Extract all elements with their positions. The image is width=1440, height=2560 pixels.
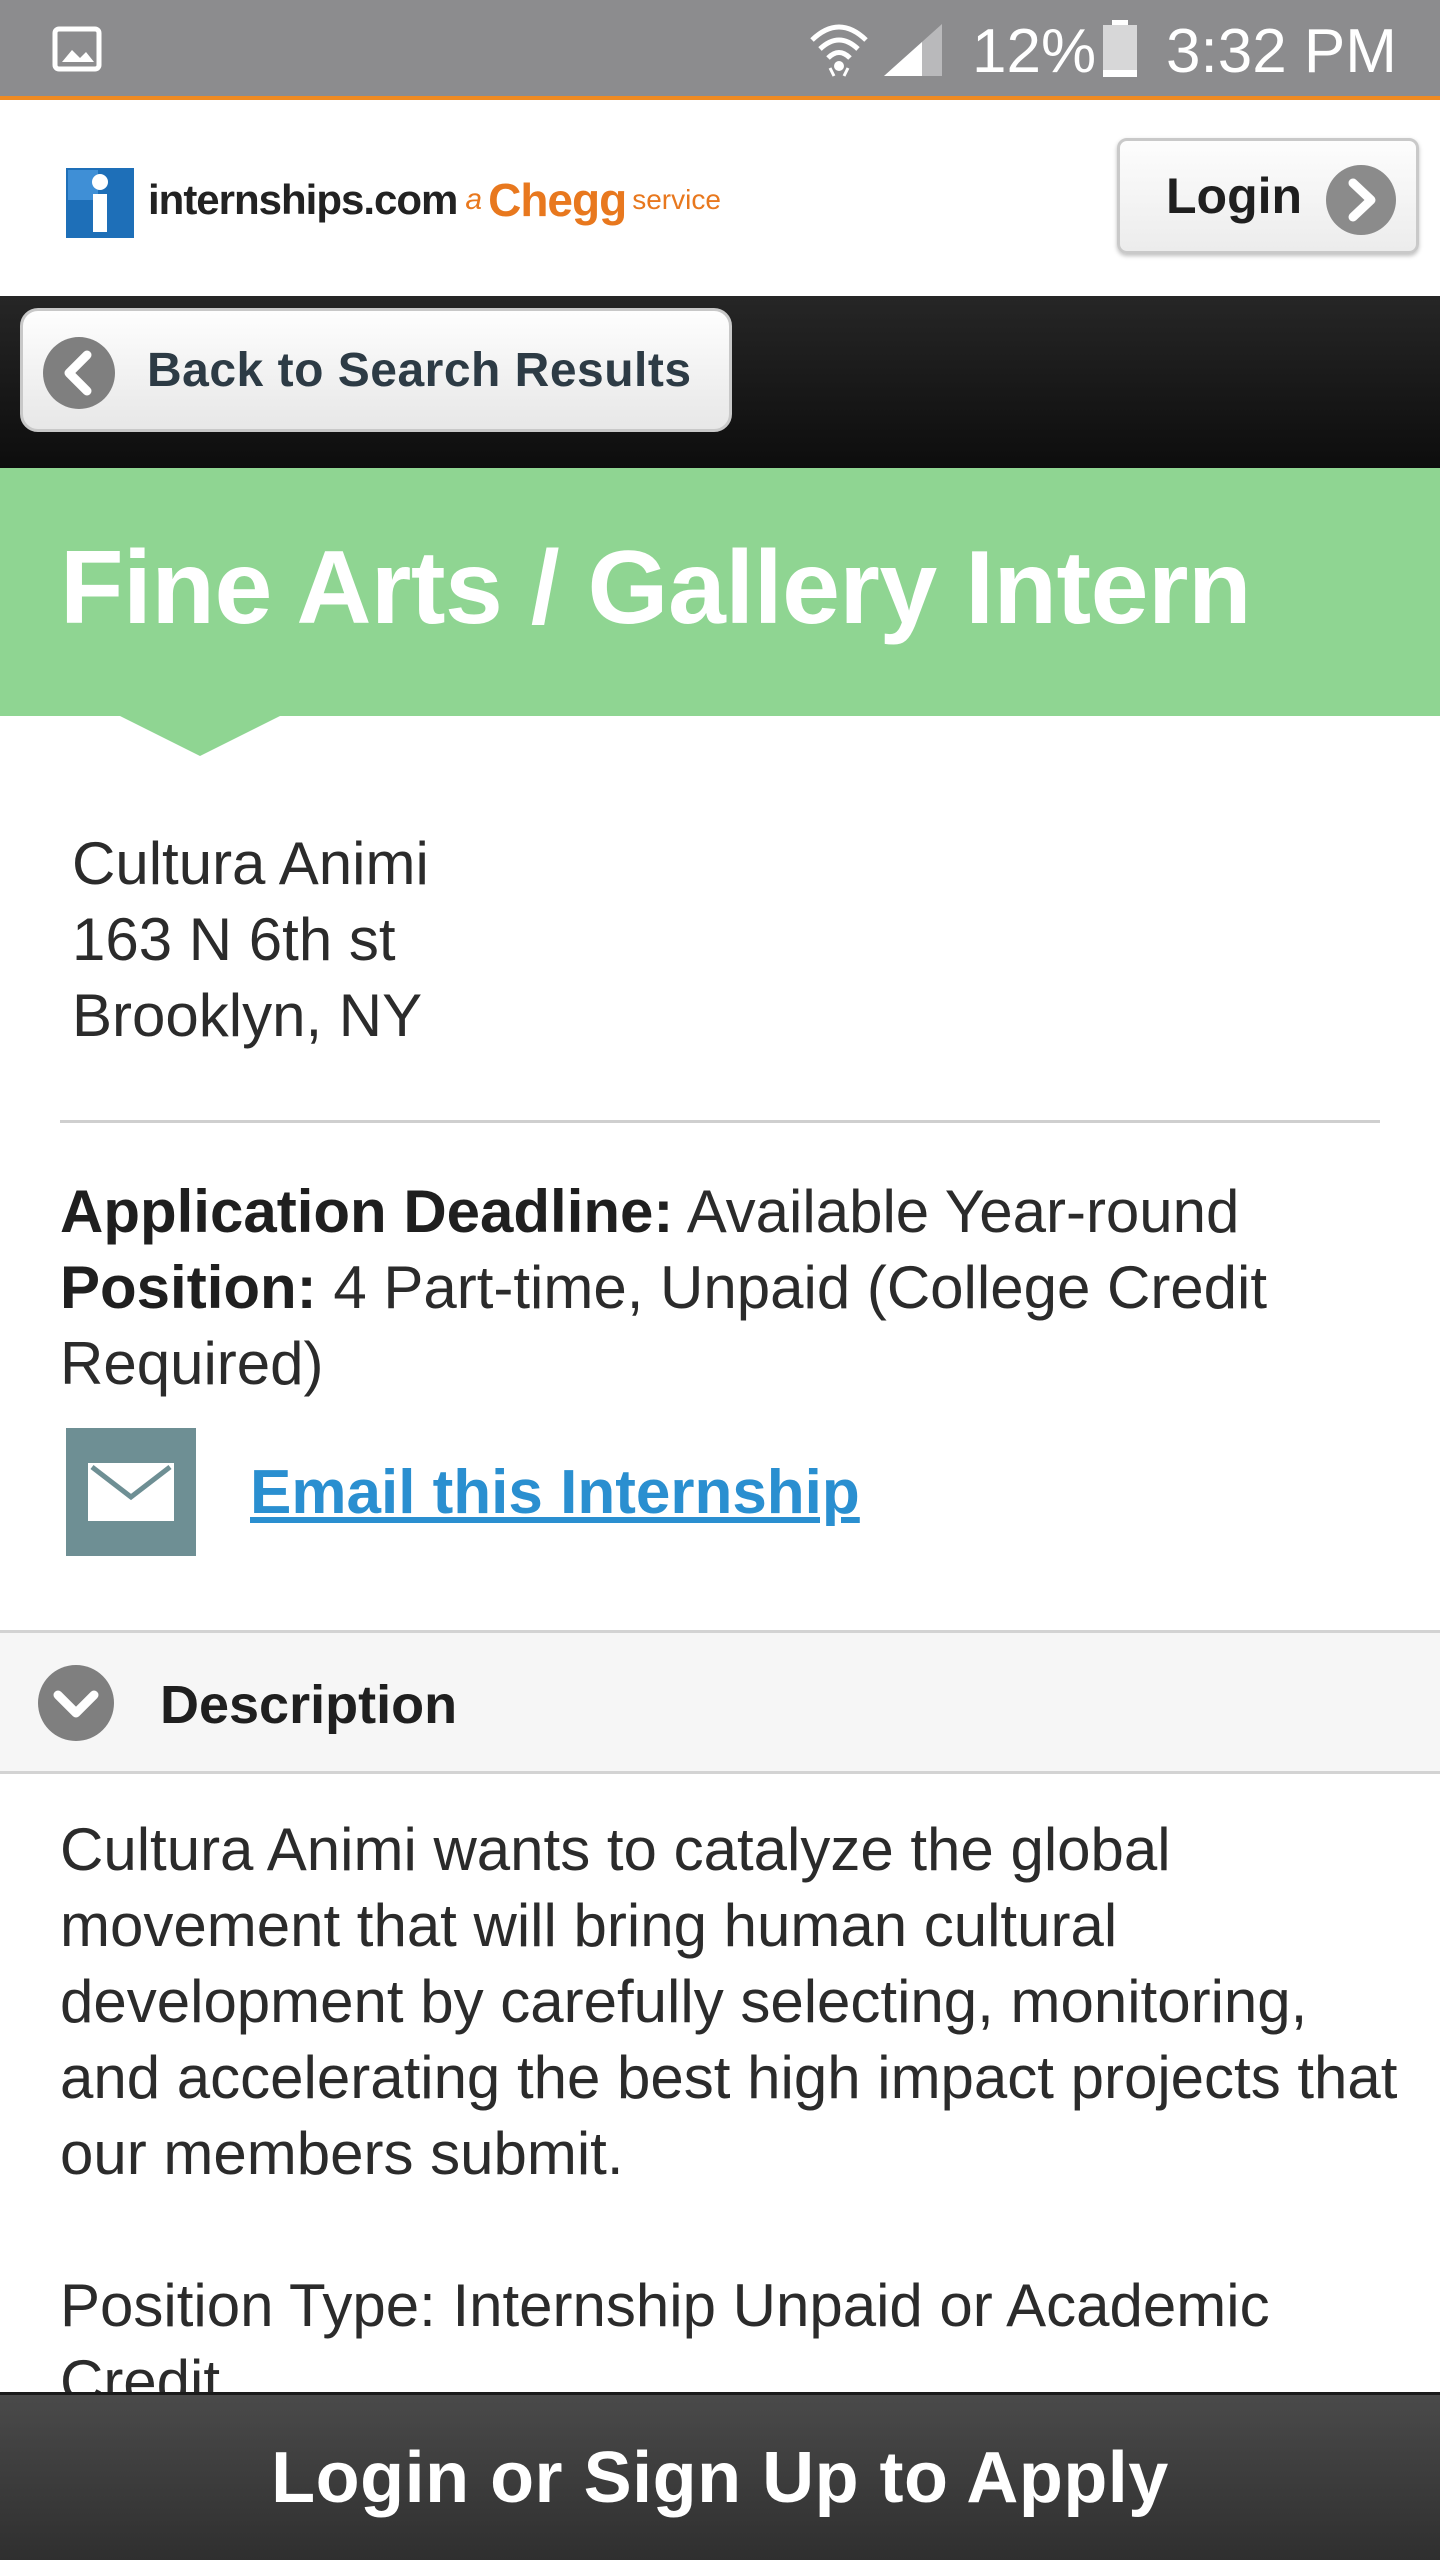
- title-banner: Fine Arts / Gallery Intern: [0, 468, 1440, 756]
- description-accordion-header[interactable]: Description: [0, 1630, 1440, 1774]
- company-address: Cultura Animi 163 N 6th st Brooklyn, NY: [72, 826, 429, 1054]
- logo-tagline-a: a: [465, 183, 483, 216]
- wifi-icon: [810, 24, 868, 77]
- internships-logo-icon: [66, 168, 134, 238]
- signal-icon: [884, 24, 942, 76]
- listing-details: Application Deadline: Available Year-rou…: [60, 1174, 1400, 1402]
- chevron-down-icon: [38, 1665, 114, 1741]
- position-row: Position: 4 Part-time, Unpaid (College C…: [60, 1250, 1400, 1402]
- clock: 3:32 PM: [1166, 17, 1397, 86]
- image-icon: [52, 26, 102, 72]
- logo-chegg: Chegg: [488, 174, 627, 226]
- login-button-label: Login: [1166, 168, 1303, 224]
- envelope-glyph: [88, 1463, 174, 1521]
- battery-percent: 12%: [972, 17, 1097, 86]
- email-internship-row: Email this Internship: [66, 1428, 860, 1556]
- description-paragraph: Cultura Animi wants to catalyze the glob…: [60, 1816, 1398, 2187]
- company-name: Cultura Animi: [72, 830, 429, 897]
- battery-icon: [1103, 20, 1137, 77]
- apply-button-label: Login or Sign Up to Apply: [271, 2437, 1169, 2518]
- position-label: Position:: [60, 1254, 317, 1321]
- divider: [60, 1120, 1380, 1123]
- nav-bar: Back to Search Results: [0, 296, 1440, 468]
- chevron-left-icon: [43, 337, 115, 409]
- back-to-results-button[interactable]: Back to Search Results: [20, 308, 732, 432]
- status-bar: 12% 3:32 PM: [0, 0, 1440, 100]
- street-address: 163 N 6th st: [72, 906, 396, 973]
- login-button[interactable]: Login: [1117, 138, 1419, 254]
- back-button-label: Back to Search Results: [147, 343, 692, 397]
- description-header-label: Description: [160, 1675, 458, 1735]
- site-logo[interactable]: internships.com a Chegg service: [66, 160, 721, 240]
- deadline-label: Application Deadline:: [60, 1178, 674, 1245]
- logo-service: service: [632, 184, 721, 215]
- site-header: internships.com a Chegg service Login: [0, 104, 1440, 296]
- deadline-row: Application Deadline: Available Year-rou…: [60, 1174, 1400, 1250]
- email-internship-link[interactable]: Email this Internship: [250, 1457, 860, 1528]
- banner-pointer: [120, 716, 280, 756]
- envelope-icon[interactable]: [66, 1428, 196, 1556]
- logo-wordmark: internships.com: [148, 176, 458, 223]
- deadline-value: Available Year-round: [686, 1178, 1240, 1245]
- page-title: Fine Arts / Gallery Intern: [60, 530, 1252, 646]
- chevron-right-icon: [1326, 165, 1396, 235]
- apply-button[interactable]: Login or Sign Up to Apply: [0, 2392, 1440, 2560]
- city-state: Brooklyn, NY: [72, 982, 423, 1049]
